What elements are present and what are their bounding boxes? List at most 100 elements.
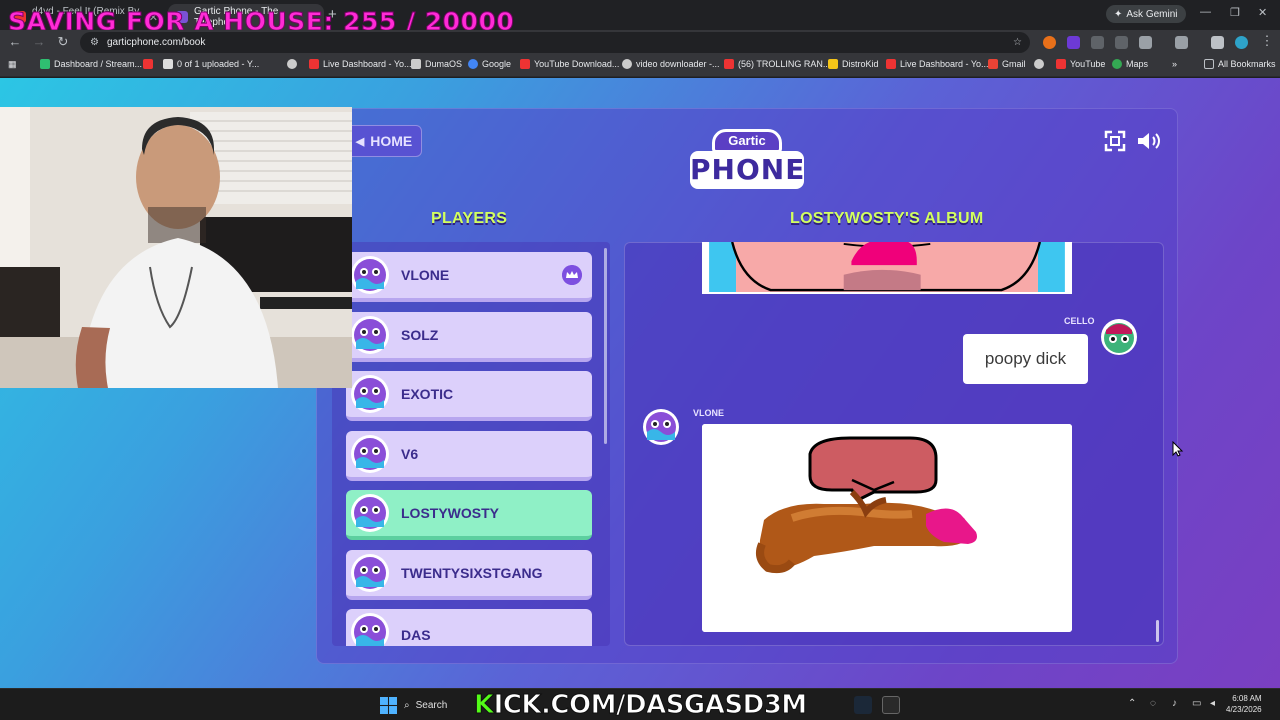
extension-icon[interactable] (1115, 36, 1128, 49)
mouse-cursor-icon (1172, 441, 1184, 457)
player-avatar (351, 316, 389, 354)
system-clock[interactable]: 6:08 AM 4/23/2026 (1226, 693, 1262, 715)
sound-icon[interactable] (1136, 130, 1162, 152)
bookmark-item[interactable]: Gmail (988, 59, 1026, 69)
player-card: V6 (346, 431, 592, 481)
players-title: PLAYERS (431, 210, 508, 227)
volume-icon[interactable]: ◂ (1210, 698, 1215, 709)
search-icon: ⌕ (404, 699, 410, 711)
download-icon[interactable] (1211, 36, 1224, 49)
players-scrollbar[interactable] (604, 248, 607, 444)
home-button[interactable]: ◀ HOME (346, 125, 422, 157)
ask-gemini-label: Ask Gemini (1126, 8, 1178, 20)
bookmarks-bar: ▦ Dashboard / Stream... 0 of 1 uploaded … (0, 55, 1280, 77)
network-icon[interactable]: ▭ (1192, 698, 1201, 709)
vlone-avatar (643, 409, 679, 445)
player-avatar (351, 435, 389, 473)
media-icon[interactable] (1175, 36, 1188, 49)
windows-taskbar: ⌕ Search KICK.COM/DASGASD3M ⌃ ◌ ♪ ▭ ◂ 6:… (0, 688, 1280, 720)
bookmark-star-icon[interactable]: ☆ (1013, 37, 1022, 48)
taskbar-search[interactable]: ⌕ Search (404, 694, 468, 716)
bookmark-item[interactable]: Dashboard / Stream... (40, 59, 142, 69)
album-scrollbar[interactable] (1156, 620, 1159, 642)
bookmark-label: Maps (1126, 59, 1149, 69)
bookmark-label: YouTube (1070, 59, 1106, 69)
bookmark-item[interactable]: Live Dashboard - Yo... (886, 59, 989, 69)
bookmark-label: video downloader -... (636, 59, 720, 69)
player-name: DAS (401, 627, 431, 643)
bookmark-item[interactable]: (56) TROLLING RAN... (724, 59, 830, 69)
address-toolbar: ← → ↻ ⚙ garticphone.com/book ☆ ⋮ (0, 30, 1280, 55)
player-card: VLONE (346, 252, 592, 302)
search-label: Search (415, 699, 448, 711)
back-arrow-icon: ◀ (355, 135, 365, 148)
streamer-webcam (0, 107, 352, 388)
bookmark-item[interactable]: Google (468, 59, 511, 69)
extension-icon[interactable] (1091, 36, 1104, 49)
bookmark-item[interactable] (1034, 59, 1044, 69)
bookmark-item[interactable] (287, 59, 297, 69)
bookmark-item[interactable]: video downloader -... (622, 59, 720, 69)
guess-author-label: CELLO (1064, 316, 1095, 326)
bookmark-label: Google (482, 59, 512, 69)
bookmark-item[interactable]: Maps (1112, 59, 1148, 69)
player-card: TWENTYSIXSTGANG (346, 550, 592, 600)
player-name: LOSTYWOSTY (401, 505, 499, 521)
previous-drawing (702, 242, 1072, 294)
all-bookmarks-button[interactable]: All Bookmarks (1204, 59, 1276, 69)
more-bookmarks-icon[interactable]: » (1172, 59, 1177, 69)
steam-icon[interactable] (854, 696, 872, 714)
reload-icon[interactable]: ↻ (54, 34, 72, 50)
profile-avatar-icon[interactable] (1235, 36, 1248, 49)
player-avatar (351, 554, 389, 592)
url-text: garticphone.com/book (106, 37, 206, 48)
windows-start-icon[interactable] (380, 697, 397, 714)
player-name: V6 (401, 446, 419, 462)
epic-games-icon[interactable] (882, 696, 900, 714)
bookmark-label: Gmail (1002, 59, 1026, 69)
ask-gemini-button[interactable]: ✦ Ask Gemini (1106, 5, 1186, 23)
player-avatar (351, 613, 389, 646)
home-label: HOME (370, 133, 413, 149)
bookmark-item[interactable]: DistroKid (828, 59, 879, 69)
apps-grid-icon[interactable]: ▦ (8, 59, 17, 70)
clock-date: 4/23/2026 (1226, 705, 1262, 714)
microphone-icon[interactable]: ♪ (1172, 698, 1177, 709)
bookmark-label: (56) TROLLING RAN... (738, 59, 831, 69)
guess-bubble: poopy dick (963, 334, 1088, 384)
back-icon[interactable]: ← (6, 34, 24, 49)
bookmark-label: Live Dashboard - Yo... (900, 59, 989, 69)
forward-icon[interactable]: → (30, 34, 48, 49)
fullscreen-icon[interactable] (1104, 130, 1126, 152)
extension-icon[interactable] (1043, 36, 1056, 49)
bookmark-item[interactable]: Live Dashboard - Yo... (309, 59, 412, 69)
url-bar[interactable]: ⚙ garticphone.com/book ☆ (80, 32, 1030, 53)
host-crown-icon (562, 265, 582, 285)
player-card-active[interactable]: LOSTYWOSTY (346, 490, 592, 540)
tray-app-icon[interactable]: ◌ (1150, 698, 1156, 709)
bookmark-item[interactable]: DumaOS (411, 59, 462, 69)
tray-chevron-icon[interactable]: ⌃ (1128, 698, 1136, 709)
bookmark-item[interactable]: 0 of 1 uploaded - Y... (163, 59, 259, 69)
kick-prefix: K (474, 690, 495, 720)
restore-icon[interactable]: ❐ (1230, 6, 1240, 19)
player-avatar (351, 375, 389, 413)
bookmark-item[interactable]: YouTube (1056, 59, 1105, 69)
minimize-icon[interactable]: — (1200, 6, 1211, 18)
kick-url-text: ICK.COM/DASGASD3M (493, 690, 808, 720)
player-name: EXOTIC (401, 386, 454, 402)
all-bookmarks-label: All Bookmarks (1218, 59, 1276, 69)
bookmark-item[interactable]: YouTube Download... (520, 59, 619, 69)
gartic-phone-logo: Gartic PHONE (688, 123, 806, 195)
close-window-icon[interactable]: ✕ (1258, 6, 1267, 19)
extension-icon[interactable] (1067, 36, 1080, 49)
album-title: LOSTYWOSTY'S ALBUM (790, 210, 984, 227)
drawing-author-label: VLONE (693, 408, 725, 418)
extensions-puzzle-icon[interactable] (1139, 36, 1152, 49)
site-info-icon[interactable]: ⚙ (90, 37, 99, 48)
bookmark-label: YouTube Download... (534, 59, 620, 69)
bookmark-item[interactable] (143, 59, 153, 69)
menu-kebab-icon[interactable]: ⋮ (1258, 33, 1276, 49)
player-card: DAS (346, 609, 592, 646)
bookmark-label: Dashboard / Stream... (54, 59, 143, 69)
